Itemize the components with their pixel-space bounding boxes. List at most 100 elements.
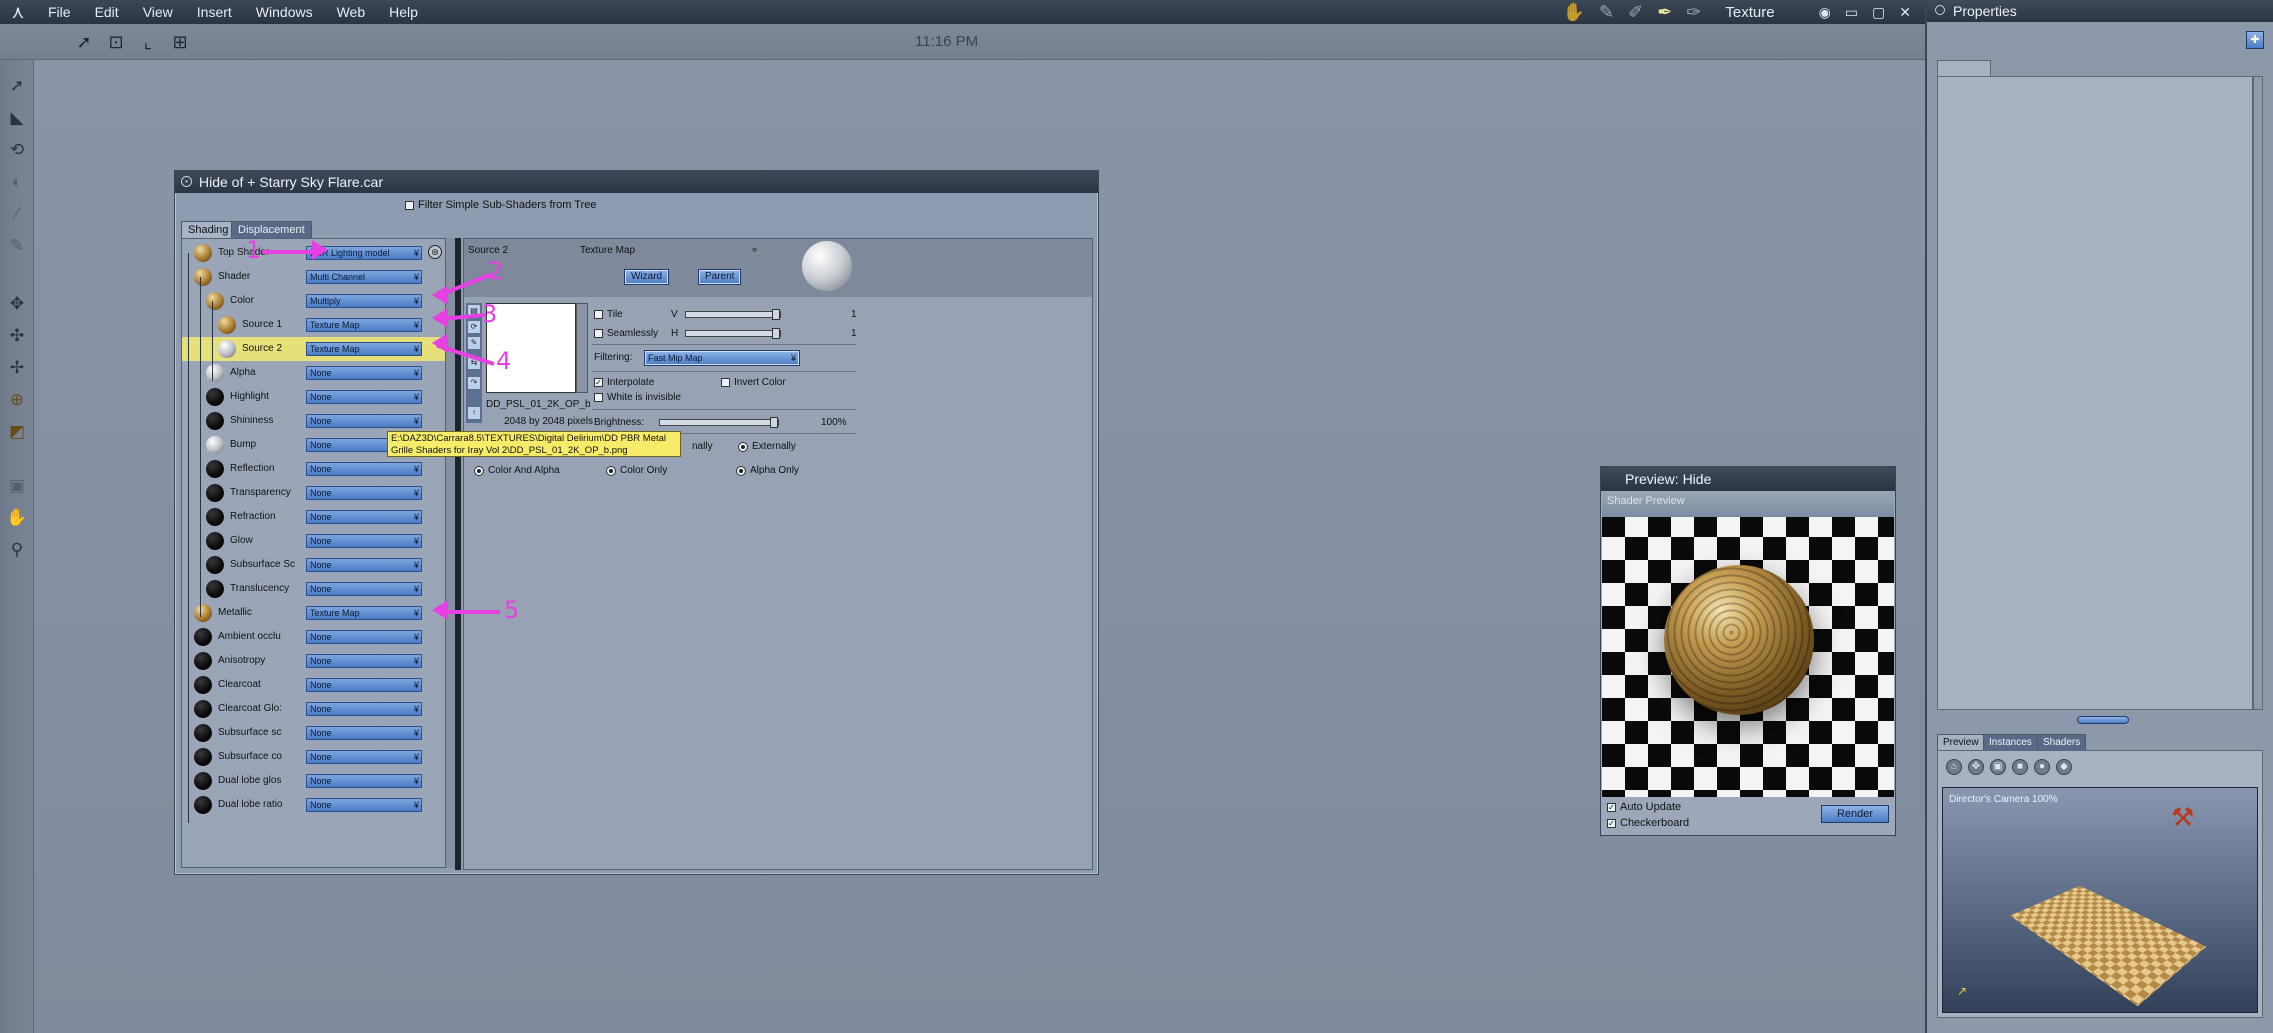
seamlessly-option[interactable]: Seamlessly	[594, 328, 658, 339]
select-arrow-icon[interactable]: ➚	[72, 30, 96, 54]
tab-shading[interactable]: Shading	[181, 221, 236, 238]
shader-type-dropdown[interactable]: None ¥	[306, 582, 422, 596]
minimize-icon[interactable]: ▭	[1845, 4, 1858, 21]
interpolate-option[interactable]: ✓ Interpolate	[594, 377, 654, 388]
v-tile-slider[interactable]	[685, 309, 781, 320]
tree-row[interactable]: Color Multiply ¥	[182, 289, 450, 313]
reload-icon[interactable]: ⟳	[468, 321, 480, 333]
tree-row[interactable]: Translucency None ¥	[182, 577, 450, 601]
edit-icon[interactable]: ✎	[468, 337, 480, 349]
shader-type-dropdown[interactable]: None ¥	[306, 774, 422, 788]
auto-update-checkbox[interactable]: ✓	[1607, 802, 1616, 812]
panel-resize-handle[interactable]	[2077, 716, 2129, 724]
pin-icon[interactable]: ✚	[2246, 31, 2264, 49]
tree-row[interactable]: Subsurface Sc None ¥	[182, 553, 450, 577]
tab-shaders[interactable]: Shaders	[2037, 734, 2087, 750]
tree-row[interactable]: Highlight None ¥	[182, 385, 450, 409]
wand-tool-icon[interactable]: ⁄	[5, 202, 29, 226]
color-only-option[interactable]: Color Only	[606, 465, 667, 476]
tree-row[interactable]: Clearcoat None ¥	[182, 673, 450, 697]
box-view-icon[interactable]: ■	[2012, 759, 2028, 775]
home-view-icon[interactable]: ⌂	[1946, 759, 1962, 775]
shader-type-dropdown[interactable]: None ¥	[306, 630, 422, 644]
menu-web[interactable]: Web	[325, 4, 378, 20]
close-icon[interactable]: ✕	[1899, 4, 1911, 21]
scene-viewport[interactable]: Director's Camera 100% ⚒ ↗	[1942, 787, 2258, 1013]
panel-splitter[interactable]	[455, 238, 461, 870]
wizard-button[interactable]: Wizard	[624, 269, 670, 285]
menu-help[interactable]: Help	[377, 4, 430, 20]
externally-option[interactable]: Externally	[738, 441, 796, 452]
panel-menu-icon[interactable]	[1935, 5, 1945, 15]
shader-type-dropdown[interactable]: None ¥	[306, 702, 422, 716]
pick-tool-icon[interactable]: ◣	[5, 106, 29, 130]
redo-icon[interactable]: ↷	[468, 377, 480, 389]
shader-type-dropdown[interactable]: None ¥	[306, 678, 422, 692]
checkerboard-checkbox[interactable]: ✓	[1607, 818, 1616, 828]
room-assemble-icon[interactable]: ✋	[1563, 2, 1585, 23]
brightness-slider[interactable]	[659, 417, 779, 428]
menu-view[interactable]: View	[131, 4, 185, 20]
shader-type-dropdown[interactable]: None ¥	[306, 558, 422, 572]
parent-button[interactable]: Parent	[698, 269, 742, 285]
type-chevron-icon[interactable]: »	[752, 244, 757, 254]
up-arrow-icon[interactable]: ↑	[468, 407, 480, 419]
arrow-tool-icon[interactable]: ➚	[5, 74, 29, 98]
tile-option[interactable]: Tile	[594, 309, 623, 320]
filtering-dropdown[interactable]: Fast Mip Map ¥	[644, 350, 800, 366]
cube-view-icon[interactable]: ▣	[1990, 759, 2006, 775]
shader-type-dropdown[interactable]: None ¥	[306, 726, 422, 740]
alpha-only-option[interactable]: Alpha Only	[736, 465, 799, 476]
tree-row[interactable]: Dual lobe ratio None ¥	[182, 793, 450, 817]
rotate-tool-icon[interactable]: ⟲	[5, 138, 29, 162]
shaded-view-icon[interactable]: ◆	[2056, 759, 2072, 775]
shader-type-dropdown[interactable]: None ¥	[306, 414, 422, 428]
tree-row[interactable]: Glow None ¥	[182, 529, 450, 553]
app-logo-icon[interactable]: ⋏	[0, 0, 36, 24]
color-only-radio[interactable]	[606, 465, 616, 476]
filter-subshaders-row[interactable]: Filter Simple Sub-Shaders from Tree	[405, 199, 597, 211]
seamlessly-checkbox[interactable]	[594, 329, 603, 338]
brush-tool-icon[interactable]: ✎	[5, 234, 29, 258]
tree-row[interactable]: Subsurface co None ¥	[182, 745, 450, 769]
shader-type-dropdown[interactable]: Multiply ¥	[306, 294, 422, 308]
shader-type-dropdown[interactable]: Texture Map ¥	[306, 606, 422, 620]
shader-type-dropdown[interactable]: None ¥	[306, 390, 422, 404]
properties-title-bar[interactable]: Properties	[1927, 0, 2273, 22]
room-storyboard-icon[interactable]: ✐	[1628, 2, 1643, 23]
shader-type-dropdown[interactable]: None ¥	[306, 366, 422, 380]
tree-row[interactable]: Clearcoat Glo: None ¥	[182, 697, 450, 721]
eye-icon[interactable]: ◉	[1819, 4, 1831, 21]
texture-thumbnail-scroll[interactable]	[576, 303, 588, 393]
shader-type-dropdown[interactable]: Texture Map ¥	[306, 342, 422, 356]
render-button[interactable]: Render	[1821, 805, 1889, 823]
tree-row[interactable]: Shader Multi Channel ¥	[182, 265, 450, 289]
color-and-alpha-radio[interactable]	[474, 465, 484, 476]
shader-type-dropdown[interactable]: None ¥	[306, 462, 422, 476]
shader-type-dropdown[interactable]: None ¥	[306, 654, 422, 668]
tree-row[interactable]: Reflection None ¥	[182, 457, 450, 481]
tab-instances[interactable]: Instances	[1983, 734, 2038, 750]
menu-edit[interactable]: Edit	[83, 4, 131, 20]
tab-displacement[interactable]: Displacement	[231, 221, 312, 238]
white-invisible-option[interactable]: White is invisible	[594, 392, 681, 403]
sphere-tool-icon[interactable]: ⊕	[5, 388, 29, 412]
bounding-box-icon[interactable]: ⊞	[168, 30, 192, 54]
maximize-icon[interactable]: ▢	[1872, 4, 1885, 21]
tree-row[interactable]: Metallic Texture Map ¥	[182, 601, 450, 625]
tree-row[interactable]: Refraction None ¥	[182, 505, 450, 529]
camera-tool-icon[interactable]: ▣	[5, 474, 29, 498]
tree-row[interactable]: Transparency None ¥	[182, 481, 450, 505]
tab-preview[interactable]: Preview	[1937, 734, 1985, 750]
tree-row[interactable]: Shininess None ¥	[182, 409, 450, 433]
move-frame-icon[interactable]: ⊡	[104, 30, 128, 54]
move-view-icon[interactable]: ✥	[1968, 759, 1984, 775]
shader-type-dropdown[interactable]: None ¥	[306, 750, 422, 764]
shader-window-title-bar[interactable]: • Hide of + Starry Sky Flare.car	[175, 171, 1098, 193]
shader-link-icon[interactable]: ⊜	[428, 245, 442, 259]
alpha-only-radio[interactable]	[736, 465, 746, 476]
tree-row[interactable]: Ambient occlu None ¥	[182, 625, 450, 649]
tree-row[interactable]: Dual lobe glos None ¥	[182, 769, 450, 793]
scale-frame-icon[interactable]: ⌞	[136, 30, 160, 54]
shader-type-dropdown[interactable]: None ¥	[306, 510, 422, 524]
